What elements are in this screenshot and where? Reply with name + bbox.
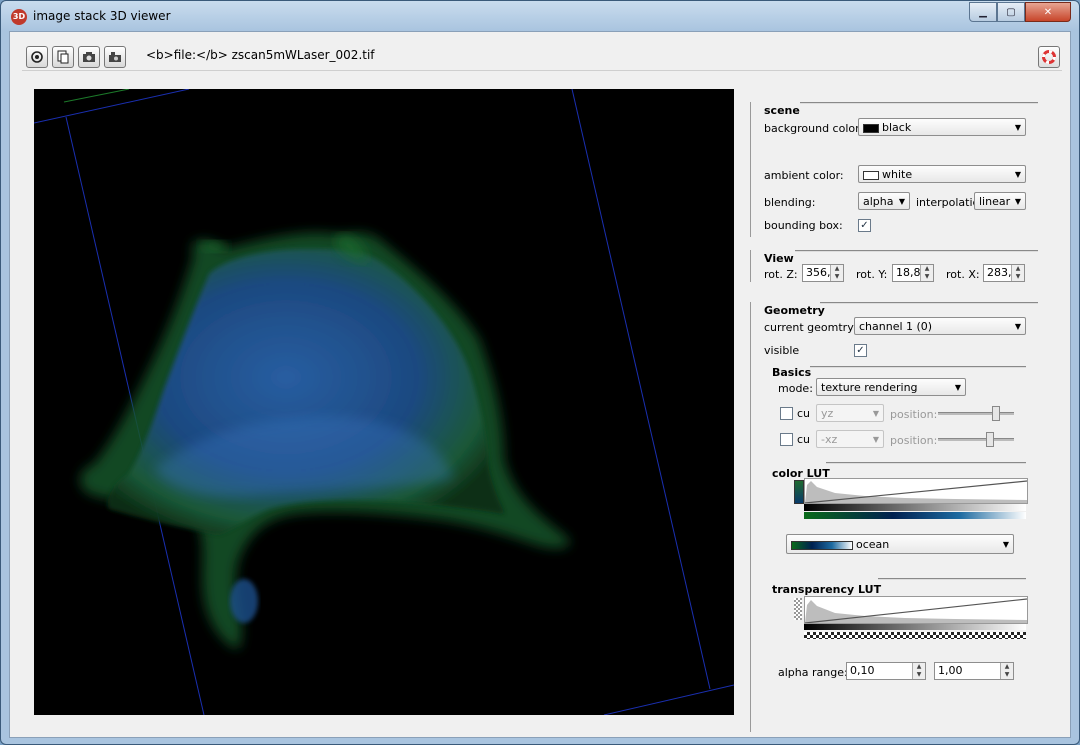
background-color-label: background color:: [764, 122, 864, 135]
spin-arrows-icon[interactable]: ▲ ▼: [830, 265, 843, 281]
color-lut-histogram[interactable]: [804, 478, 1028, 504]
mode-label: mode:: [778, 382, 813, 395]
power-icon: [31, 51, 43, 63]
slider-handle[interactable]: [992, 406, 1000, 421]
transparency-lut-histogram[interactable]: [804, 596, 1028, 624]
cut2-plane-select[interactable]: -xz ▼: [816, 430, 884, 448]
visible-checkbox[interactable]: ✓: [854, 344, 867, 357]
bounding-box-checkbox[interactable]: ✓: [858, 219, 871, 232]
cut2-label: cu: [797, 433, 811, 446]
cut1-plane-select[interactable]: yz ▼: [816, 404, 884, 422]
spin-arrows-icon[interactable]: ▲ ▼: [1000, 663, 1013, 679]
chevron-down-icon: ▼: [1014, 170, 1021, 179]
chevron-down-icon: ▼: [872, 409, 879, 418]
spin-arrows-icon[interactable]: ▲ ▼: [1011, 265, 1024, 281]
chevron-down-icon: ▼: [1014, 322, 1021, 331]
spin-arrows-icon[interactable]: ▲ ▼: [912, 663, 925, 679]
ocean-swatch: [791, 540, 853, 550]
chevron-down-icon: ▼: [1014, 123, 1021, 132]
volume-render: [34, 89, 734, 715]
window-title: image stack 3D viewer: [33, 9, 171, 23]
chevron-down-icon: ▼: [1014, 197, 1021, 206]
camera-icon: [109, 52, 121, 62]
save-snapshot-icon: [83, 52, 95, 62]
ambient-color-label: ambient color:: [764, 169, 844, 182]
control-panel: scene background color: black ▼ ambient c…: [750, 92, 1050, 732]
transparency-lut-title: transparency LUT: [772, 583, 882, 596]
rot-x-spinbox[interactable]: 283, ▲ ▼: [983, 264, 1025, 282]
cut1-label: cu: [797, 407, 811, 420]
save-snapshot-button[interactable]: [78, 46, 100, 68]
toolbar: <b>file:</b> zscan5mWLaser_002.tif: [22, 40, 1062, 71]
rot-y-spinbox[interactable]: 18,8 ▲ ▼: [892, 264, 934, 282]
interpolation-select[interactable]: linear ▼: [974, 192, 1026, 210]
chevron-down-icon: ▼: [898, 197, 905, 206]
black-swatch: [863, 123, 879, 133]
rot-x-label: rot. X:: [946, 268, 980, 281]
cut1-position-slider[interactable]: [938, 406, 1014, 421]
bounding-box-edge: [63, 89, 130, 103]
spin-arrows-icon[interactable]: ▲ ▼: [920, 265, 933, 281]
cut1-position-label: position:: [890, 408, 938, 421]
current-geometry-select[interactable]: channel 1 (0) ▼: [854, 317, 1026, 335]
camera-button[interactable]: [104, 46, 126, 68]
cut1-checkbox[interactable]: [780, 407, 793, 420]
power-button[interactable]: [26, 46, 48, 68]
white-swatch: [863, 170, 879, 180]
rot-y-label: rot. Y:: [856, 268, 888, 281]
alpha-min-spinbox[interactable]: 0,10 ▲ ▼: [846, 662, 926, 680]
cut2-position-slider[interactable]: [938, 432, 1014, 447]
rot-z-spinbox[interactable]: 356, ▲ ▼: [802, 264, 844, 282]
title-bar[interactable]: 3D image stack 3D viewer ▁ ▢ ✕: [1, 1, 1079, 31]
gray-gradient-bar: [804, 504, 1026, 511]
copy-icon: [57, 50, 69, 64]
chevron-down-icon: ▼: [1002, 540, 1009, 549]
maximize-button[interactable]: ▢: [997, 2, 1025, 22]
transparency-lut-swatch: [794, 598, 802, 620]
color-lut-select[interactable]: ocean ▼: [786, 534, 1014, 554]
app-3d-icon: 3D: [11, 9, 27, 25]
chevron-down-icon: ▼: [872, 435, 879, 444]
alpha-range-label: alpha range:: [778, 666, 848, 679]
color-lut-swatch: [794, 480, 804, 504]
blending-label: blending:: [764, 196, 816, 209]
scene-title: scene: [764, 104, 800, 117]
interpolation-label: interpolatic: [916, 196, 979, 209]
rot-z-label: rot. Z:: [764, 268, 798, 281]
alpha-gradient-bar: [804, 624, 1026, 630]
current-geometry-label: current geomtry:: [764, 321, 857, 334]
minimize-button[interactable]: ▁: [969, 2, 997, 22]
mode-select[interactable]: texture rendering ▼: [816, 378, 966, 396]
app-window: 3D image stack 3D viewer ▁ ▢ ✕ <b>file:<…: [0, 0, 1080, 745]
cut2-checkbox[interactable]: [780, 433, 793, 446]
view-title: View: [764, 252, 794, 265]
file-label: <b>file:</b> zscan5mWLaser_002.tif: [146, 48, 375, 62]
slider-handle[interactable]: [985, 432, 994, 447]
geometry-title: Geometry: [764, 304, 825, 317]
blending-select[interactable]: alpha ▼: [858, 192, 910, 210]
client-area: <b>file:</b> zscan5mWLaser_002.tif scene…: [9, 31, 1071, 738]
background-color-select[interactable]: black ▼: [858, 118, 1026, 136]
cut2-position-label: position:: [890, 434, 938, 447]
3d-viewport[interactable]: [34, 89, 734, 715]
help-button[interactable]: [1038, 46, 1060, 68]
visible-label: visible: [764, 344, 800, 357]
ambient-color-select[interactable]: white ▼: [858, 165, 1026, 183]
copy-button[interactable]: [52, 46, 74, 68]
ocean-gradient-bar: [804, 512, 1026, 519]
checker-alpha-bar: [804, 632, 1026, 639]
bounding-box-label: bounding box:: [764, 219, 843, 232]
lifebuoy-icon: [1042, 50, 1056, 64]
close-button[interactable]: ✕: [1025, 2, 1071, 22]
alpha-max-spinbox[interactable]: 1,00 ▲ ▼: [934, 662, 1014, 680]
basics-title: Basics: [772, 366, 812, 379]
chevron-down-icon: ▼: [954, 383, 961, 392]
